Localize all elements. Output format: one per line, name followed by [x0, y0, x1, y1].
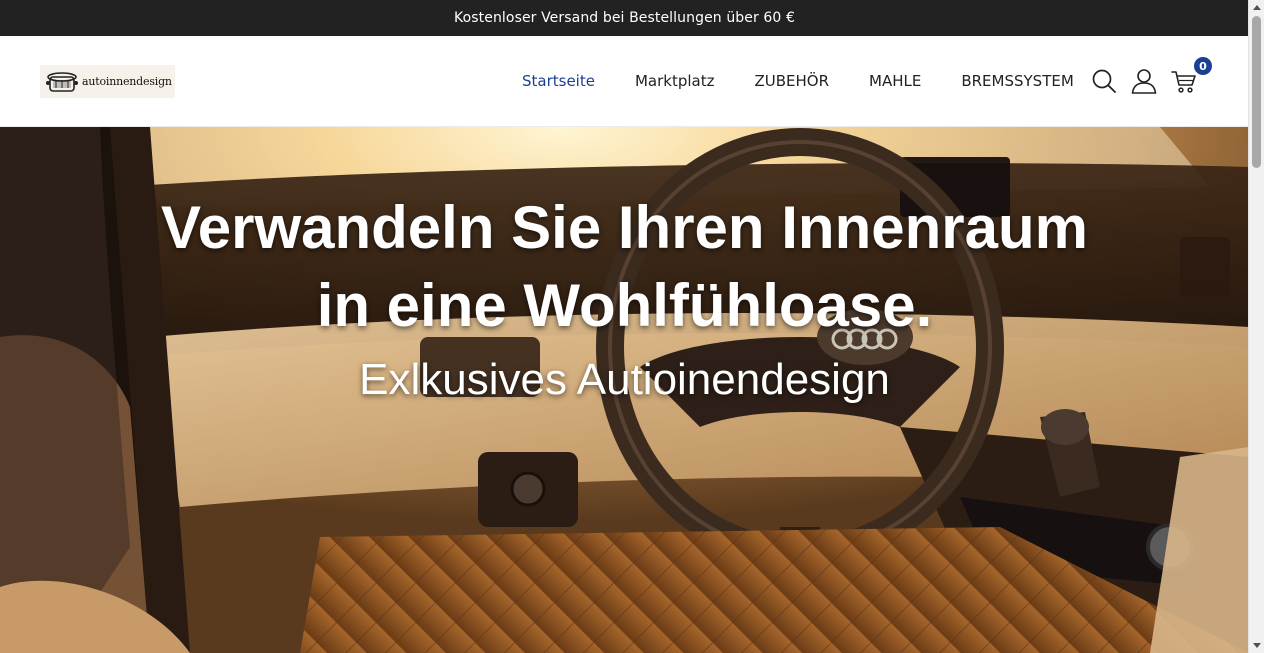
hero-banner: Verwandeln Sie Ihren Innenraum in eine W… [0, 127, 1249, 653]
logo-text: autoinnendesign [82, 75, 172, 88]
logo-car-icon [46, 71, 78, 92]
page: Kostenloser Versand bei Bestellungen übe… [0, 0, 1249, 653]
nav-item-startseite[interactable]: Startseite [522, 72, 595, 90]
account-button[interactable] [1130, 67, 1158, 95]
site-logo[interactable]: autoinnendesign [40, 65, 175, 98]
cart-count-badge: 0 [1194, 57, 1212, 75]
scroll-down-arrow-icon[interactable] [1253, 643, 1261, 648]
cart-button[interactable]: 0 [1170, 57, 1212, 95]
scroll-up-arrow-icon[interactable] [1253, 5, 1261, 10]
site-header: autoinnendesign Startseite Marktplatz ZU… [0, 36, 1249, 127]
hero-subheadline: Exlkusives Autioinendesign [359, 355, 890, 404]
user-icon [1131, 69, 1157, 94]
announcement-text: Kostenloser Versand bei Bestellungen übe… [454, 10, 795, 26]
hero-headline-line-2: in eine Wohlfühloase. [316, 272, 933, 339]
scrollbar-thumb[interactable] [1252, 16, 1261, 168]
header-icons: 0 [1090, 36, 1212, 126]
main-nav: Startseite Marktplatz ZUBEHÖR MAHLE BREM… [522, 36, 1114, 126]
hero-headline-line-1: Verwandeln Sie Ihren Innenraum [161, 194, 1088, 261]
nav-item-bremssystem[interactable]: BREMSSYSTEM [961, 72, 1073, 90]
nav-item-marktplatz[interactable]: Marktplatz [635, 72, 715, 90]
search-icon [1092, 69, 1116, 93]
announcement-bar: Kostenloser Versand bei Bestellungen übe… [0, 0, 1249, 36]
nav-item-mahle[interactable]: MAHLE [869, 72, 921, 90]
nav-item-zubehoer[interactable]: ZUBEHÖR [754, 72, 829, 90]
page-scrollbar[interactable] [1248, 0, 1264, 653]
search-button[interactable] [1090, 67, 1118, 95]
cart-icon [1171, 71, 1196, 93]
